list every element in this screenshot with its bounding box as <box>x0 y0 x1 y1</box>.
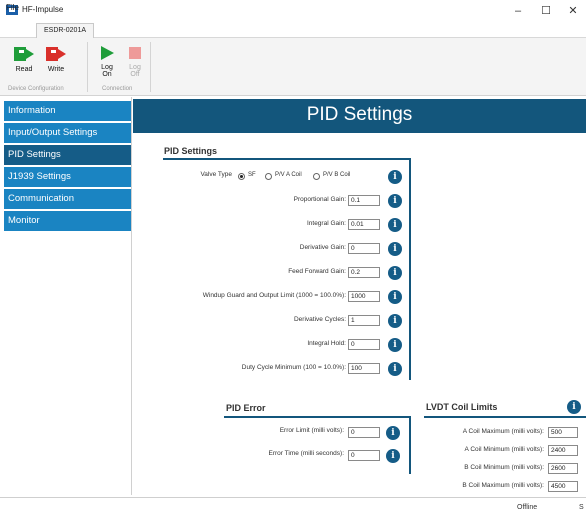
write-icon <box>46 47 66 61</box>
b-coil-maximum-input[interactable]: 4500 <box>548 481 578 492</box>
feed-forward-gain-label: Feed Forward Gain: <box>288 268 346 275</box>
write-button[interactable]: Write <box>44 44 68 84</box>
sidebar-item-information[interactable]: Information <box>4 101 131 121</box>
info-icon[interactable]: i <box>388 338 402 352</box>
info-icon[interactable]: i <box>388 314 402 328</box>
derivative-cycles-input[interactable]: 1 <box>348 315 380 326</box>
valve-option-sf: SF <box>248 172 256 178</box>
error-time-label: Error Time (milli seconds): <box>268 450 344 457</box>
info-icon[interactable]: i <box>388 266 402 280</box>
b-coil-minimum-label: B Coil Minimum (milli volts): <box>464 464 544 471</box>
log-off-label: Log Off <box>129 64 141 78</box>
derivative-gain-label: Derivative Gain: <box>299 244 346 251</box>
pid-settings-title: PID Settings <box>164 146 218 156</box>
b-coil-minimum-input[interactable]: 2600 <box>548 463 578 474</box>
a-coil-minimum-label: A Coil Minimum (milli volts): <box>464 446 544 453</box>
read-label: Read <box>15 66 33 73</box>
info-icon[interactable]: i <box>388 242 402 256</box>
windup-guard-label: Windup Guard and Output Limit (1000 = 10… <box>202 292 346 299</box>
valve-radio-sf[interactable] <box>238 173 245 180</box>
derivative-cycles-label: Derivative Cycles: <box>293 316 346 323</box>
windup-guard-input[interactable]: 1000 <box>348 291 380 302</box>
info-icon[interactable]: i <box>388 218 402 232</box>
a-coil-minimum-input[interactable]: 2400 <box>548 445 578 456</box>
log-on-button[interactable]: Log On <box>96 44 118 88</box>
feed-forward-gain-input[interactable]: 0.2 <box>348 267 380 278</box>
a-coil-maximum-input[interactable]: 500 <box>548 427 578 438</box>
error-limit-label: Error Limit (milli volts): <box>279 427 344 434</box>
sidebar-item-monitor[interactable]: Monitor <box>4 211 131 231</box>
read-button[interactable]: Read <box>12 44 36 84</box>
info-icon[interactable]: i <box>567 400 581 414</box>
integral-gain-input[interactable]: 0.01 <box>348 219 380 230</box>
error-limit-input[interactable]: 0 <box>348 427 380 438</box>
info-icon[interactable]: i <box>388 194 402 208</box>
ribbon-separator <box>150 42 151 92</box>
derivative-gain-input[interactable]: 0 <box>348 243 380 254</box>
valve-radio-pv-b-coil[interactable] <box>313 173 320 180</box>
status-bar <box>0 497 586 520</box>
info-icon[interactable]: i <box>386 449 400 463</box>
sidebar-item-pid-settings[interactable]: PID Settings <box>4 145 131 165</box>
b-coil-maximum-label: B Coil Maximum (milli volts): <box>462 482 544 489</box>
connection-status: Offline <box>517 504 538 511</box>
integral-hold-label: Integral Hold: <box>307 340 346 347</box>
close-button[interactable]: ✕ <box>560 2 586 20</box>
log-on-label: Log On <box>101 64 113 78</box>
page-title: PID Settings <box>306 104 413 125</box>
panel-divider <box>409 158 411 380</box>
panel-divider <box>424 416 586 418</box>
group-connection: Connection <box>102 86 133 92</box>
info-icon[interactable]: i <box>388 170 402 184</box>
proportional-gain-label: Proportional Gain: <box>293 196 346 203</box>
info-icon[interactable]: i <box>388 362 402 376</box>
panel-divider <box>163 158 411 160</box>
duty-cycle-minimum-label: Duty Cycle Minimum (100 = 10.0%): <box>241 364 346 371</box>
panel-divider <box>409 416 411 474</box>
info-icon[interactable]: i <box>388 290 402 304</box>
group-device-configuration: Device Configuration <box>8 86 64 92</box>
log-off-button: Log Off <box>124 44 146 88</box>
maximize-button[interactable]: ☐ <box>533 2 559 20</box>
read-icon <box>14 47 34 61</box>
integral-gain-label: Integral Gain: <box>306 220 346 227</box>
error-time-input[interactable]: 0 <box>348 450 380 461</box>
info-icon[interactable]: i <box>386 426 400 440</box>
sidebar-item-j1939-settings[interactable]: J1939 Settings <box>4 167 131 187</box>
sidebar-item-input-output-settings[interactable]: Input/Output Settings <box>4 123 131 143</box>
play-icon <box>101 46 114 60</box>
window-title: HF-Impulse <box>22 5 64 14</box>
title-bar <box>0 0 586 22</box>
write-label: Write <box>47 66 65 73</box>
valve-option-pv-a-coil: P/V A Coil <box>275 172 302 178</box>
valve-type-label: Valve Type <box>200 171 232 178</box>
proportional-gain-input[interactable]: 0.1 <box>348 195 380 206</box>
status-extra: S <box>579 504 584 511</box>
menu-file[interactable]: File <box>6 3 19 12</box>
duty-cycle-minimum-input[interactable]: 100 <box>348 363 380 374</box>
pid-error-title: PID Error <box>226 403 266 413</box>
integral-hold-input[interactable]: 0 <box>348 339 380 350</box>
valve-option-pv-b-coil: P/V B Coil <box>323 172 351 178</box>
valve-radio-pv-a-coil[interactable] <box>265 173 272 180</box>
a-coil-maximum-label: A Coil Maximum (milli volts): <box>462 428 544 435</box>
stop-icon <box>129 47 141 59</box>
lvdt-coil-limits-title: LVDT Coil Limits <box>426 402 498 412</box>
ribbon-separator <box>87 42 88 92</box>
tab-device[interactable]: ESDR-0201A <box>36 23 94 39</box>
sidebar-item-communication[interactable]: Communication <box>4 189 131 209</box>
minimize-button[interactable]: – <box>505 2 531 20</box>
panel-divider <box>224 416 411 418</box>
